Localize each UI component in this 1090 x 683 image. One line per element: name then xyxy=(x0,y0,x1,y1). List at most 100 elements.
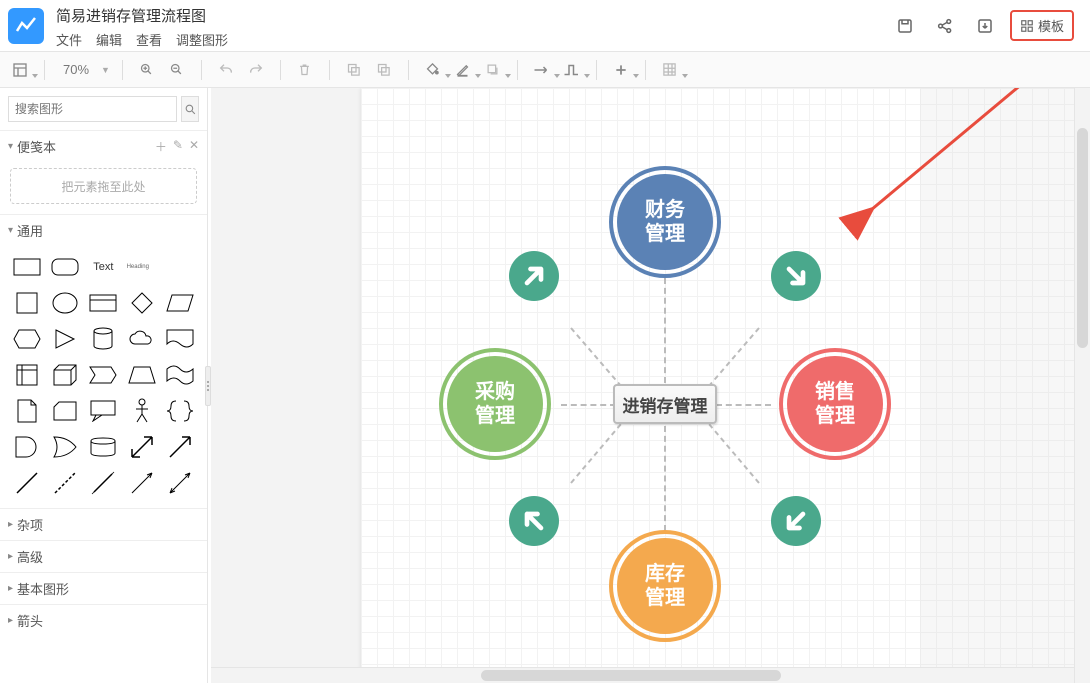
caret-right-icon: ▸ xyxy=(8,551,13,562)
scratchpad-drop-area[interactable]: 把元素拖至此处 xyxy=(10,168,197,204)
zoom-value[interactable]: 70% xyxy=(57,62,95,77)
shape-step[interactable] xyxy=(86,360,120,390)
save-icon[interactable] xyxy=(890,11,920,41)
insert-icon[interactable] xyxy=(609,58,633,82)
fill-color-icon[interactable] xyxy=(421,58,445,82)
menu-view[interactable]: 查看 xyxy=(136,30,162,49)
caret-down-icon: ▾ xyxy=(8,225,13,236)
shape-or[interactable] xyxy=(48,432,82,462)
section-misc[interactable]: ▸杂项 xyxy=(0,508,207,540)
app-logo[interactable] xyxy=(8,8,44,44)
arrow-node-se[interactable] xyxy=(771,496,821,546)
menu-adjust-shape[interactable]: 调整图形 xyxy=(176,30,228,49)
shape-rect-divided[interactable] xyxy=(86,288,120,318)
grid-icon xyxy=(1020,19,1034,33)
shape-palette-general: Text Heading xyxy=(0,246,207,508)
shape-card[interactable] xyxy=(48,396,82,426)
shape-callout[interactable] xyxy=(86,396,120,426)
shape-dashed-line[interactable] xyxy=(48,468,82,498)
document-title[interactable]: 简易进销存管理流程图 xyxy=(56,3,228,30)
section-advanced[interactable]: ▸高级 xyxy=(0,540,207,572)
template-button[interactable]: 模板 xyxy=(1010,10,1074,41)
caret-right-icon: ▸ xyxy=(8,519,13,530)
arrow-node-sw[interactable] xyxy=(509,496,559,546)
shape-parallelogram[interactable] xyxy=(163,288,197,318)
shape-diamond[interactable] xyxy=(125,288,159,318)
node-finance[interactable]: 财务 管理 xyxy=(617,174,713,270)
scrollbar-horizontal[interactable] xyxy=(211,667,1074,683)
scratchpad-close-icon[interactable]: ✕ xyxy=(189,138,199,155)
section-general[interactable]: ▾ 通用 xyxy=(0,214,207,246)
shape-thin-arrow[interactable] xyxy=(125,468,159,498)
caret-down-icon: ▾ xyxy=(8,141,13,152)
node-center[interactable]: 进销存管理 xyxy=(613,384,717,424)
waypoint-icon[interactable] xyxy=(560,58,584,82)
menu-file[interactable]: 文件 xyxy=(56,30,82,49)
shape-arrow[interactable] xyxy=(163,432,197,462)
shape-internal-storage[interactable] xyxy=(10,360,44,390)
menu-edit[interactable]: 编辑 xyxy=(96,30,122,49)
page-layout-icon[interactable] xyxy=(8,58,32,82)
delete-icon[interactable] xyxy=(293,58,317,82)
connector xyxy=(664,278,666,383)
shape-cylinder[interactable] xyxy=(86,324,120,354)
shape-and[interactable] xyxy=(10,432,44,462)
shape-line-thick[interactable] xyxy=(86,468,120,498)
arrow-node-ne[interactable] xyxy=(771,251,821,301)
table-icon[interactable] xyxy=(658,58,682,82)
caret-right-icon: ▸ xyxy=(8,615,13,626)
connector-icon[interactable] xyxy=(530,58,554,82)
to-front-icon[interactable] xyxy=(342,58,366,82)
arrow-node-nw[interactable] xyxy=(509,251,559,301)
shape-thin-bidir[interactable] xyxy=(163,468,197,498)
shadow-icon[interactable] xyxy=(481,58,505,82)
shape-rect[interactable] xyxy=(10,252,44,282)
shape-actor[interactable] xyxy=(125,396,159,426)
connector xyxy=(716,404,771,406)
shape-trapezoid[interactable] xyxy=(125,360,159,390)
scrollbar-thumb[interactable] xyxy=(1077,128,1088,348)
shape-note[interactable] xyxy=(10,396,44,426)
to-back-icon[interactable] xyxy=(372,58,396,82)
shape-text[interactable]: Text xyxy=(86,252,120,282)
section-basic-shapes[interactable]: ▸基本图形 xyxy=(0,572,207,604)
caret-right-icon: ▸ xyxy=(8,583,13,594)
node-sales[interactable]: 销售 管理 xyxy=(787,356,883,452)
shape-square[interactable] xyxy=(10,288,44,318)
section-arrows[interactable]: ▸箭头 xyxy=(0,604,207,636)
redo-icon[interactable] xyxy=(244,58,268,82)
annotation-arrow xyxy=(841,88,1090,220)
zoom-out-icon[interactable] xyxy=(165,58,189,82)
shape-bidir-arrow[interactable] xyxy=(125,432,159,462)
scrollbar-vertical[interactable] xyxy=(1074,88,1090,683)
shape-tape[interactable] xyxy=(163,360,197,390)
shape-line[interactable] xyxy=(10,468,44,498)
search-button[interactable] xyxy=(181,96,199,122)
download-icon[interactable] xyxy=(970,11,1000,41)
node-inventory[interactable]: 库存 管理 xyxy=(617,538,713,634)
zoom-in-icon[interactable] xyxy=(135,58,159,82)
section-scratchpad[interactable]: ▾ 便笺本 ＋ ✎ ✕ xyxy=(0,130,207,162)
share-icon[interactable] xyxy=(930,11,960,41)
shape-data-store[interactable] xyxy=(86,432,120,462)
line-color-icon[interactable] xyxy=(451,58,475,82)
search-input[interactable] xyxy=(8,96,177,122)
shape-cloud[interactable] xyxy=(125,324,159,354)
template-label: 模板 xyxy=(1038,16,1064,35)
connector xyxy=(561,404,616,406)
scrollbar-thumb[interactable] xyxy=(481,670,781,681)
zoom-caret-icon[interactable]: ▼ xyxy=(101,65,110,75)
scratchpad-add-icon[interactable]: ＋ xyxy=(155,138,167,155)
shape-triangle[interactable] xyxy=(48,324,82,354)
shape-ellipse[interactable] xyxy=(48,288,82,318)
shape-hexagon[interactable] xyxy=(10,324,44,354)
shape-document[interactable] xyxy=(163,324,197,354)
undo-icon[interactable] xyxy=(214,58,238,82)
shape-rounded-rect[interactable] xyxy=(48,252,82,282)
shape-cube[interactable] xyxy=(48,360,82,390)
shape-heading[interactable]: Heading xyxy=(125,252,159,282)
connector xyxy=(664,426,666,531)
scratchpad-edit-icon[interactable]: ✎ xyxy=(173,138,183,155)
shape-curly-brace[interactable] xyxy=(163,396,197,426)
node-purchase[interactable]: 采购 管理 xyxy=(447,356,543,452)
